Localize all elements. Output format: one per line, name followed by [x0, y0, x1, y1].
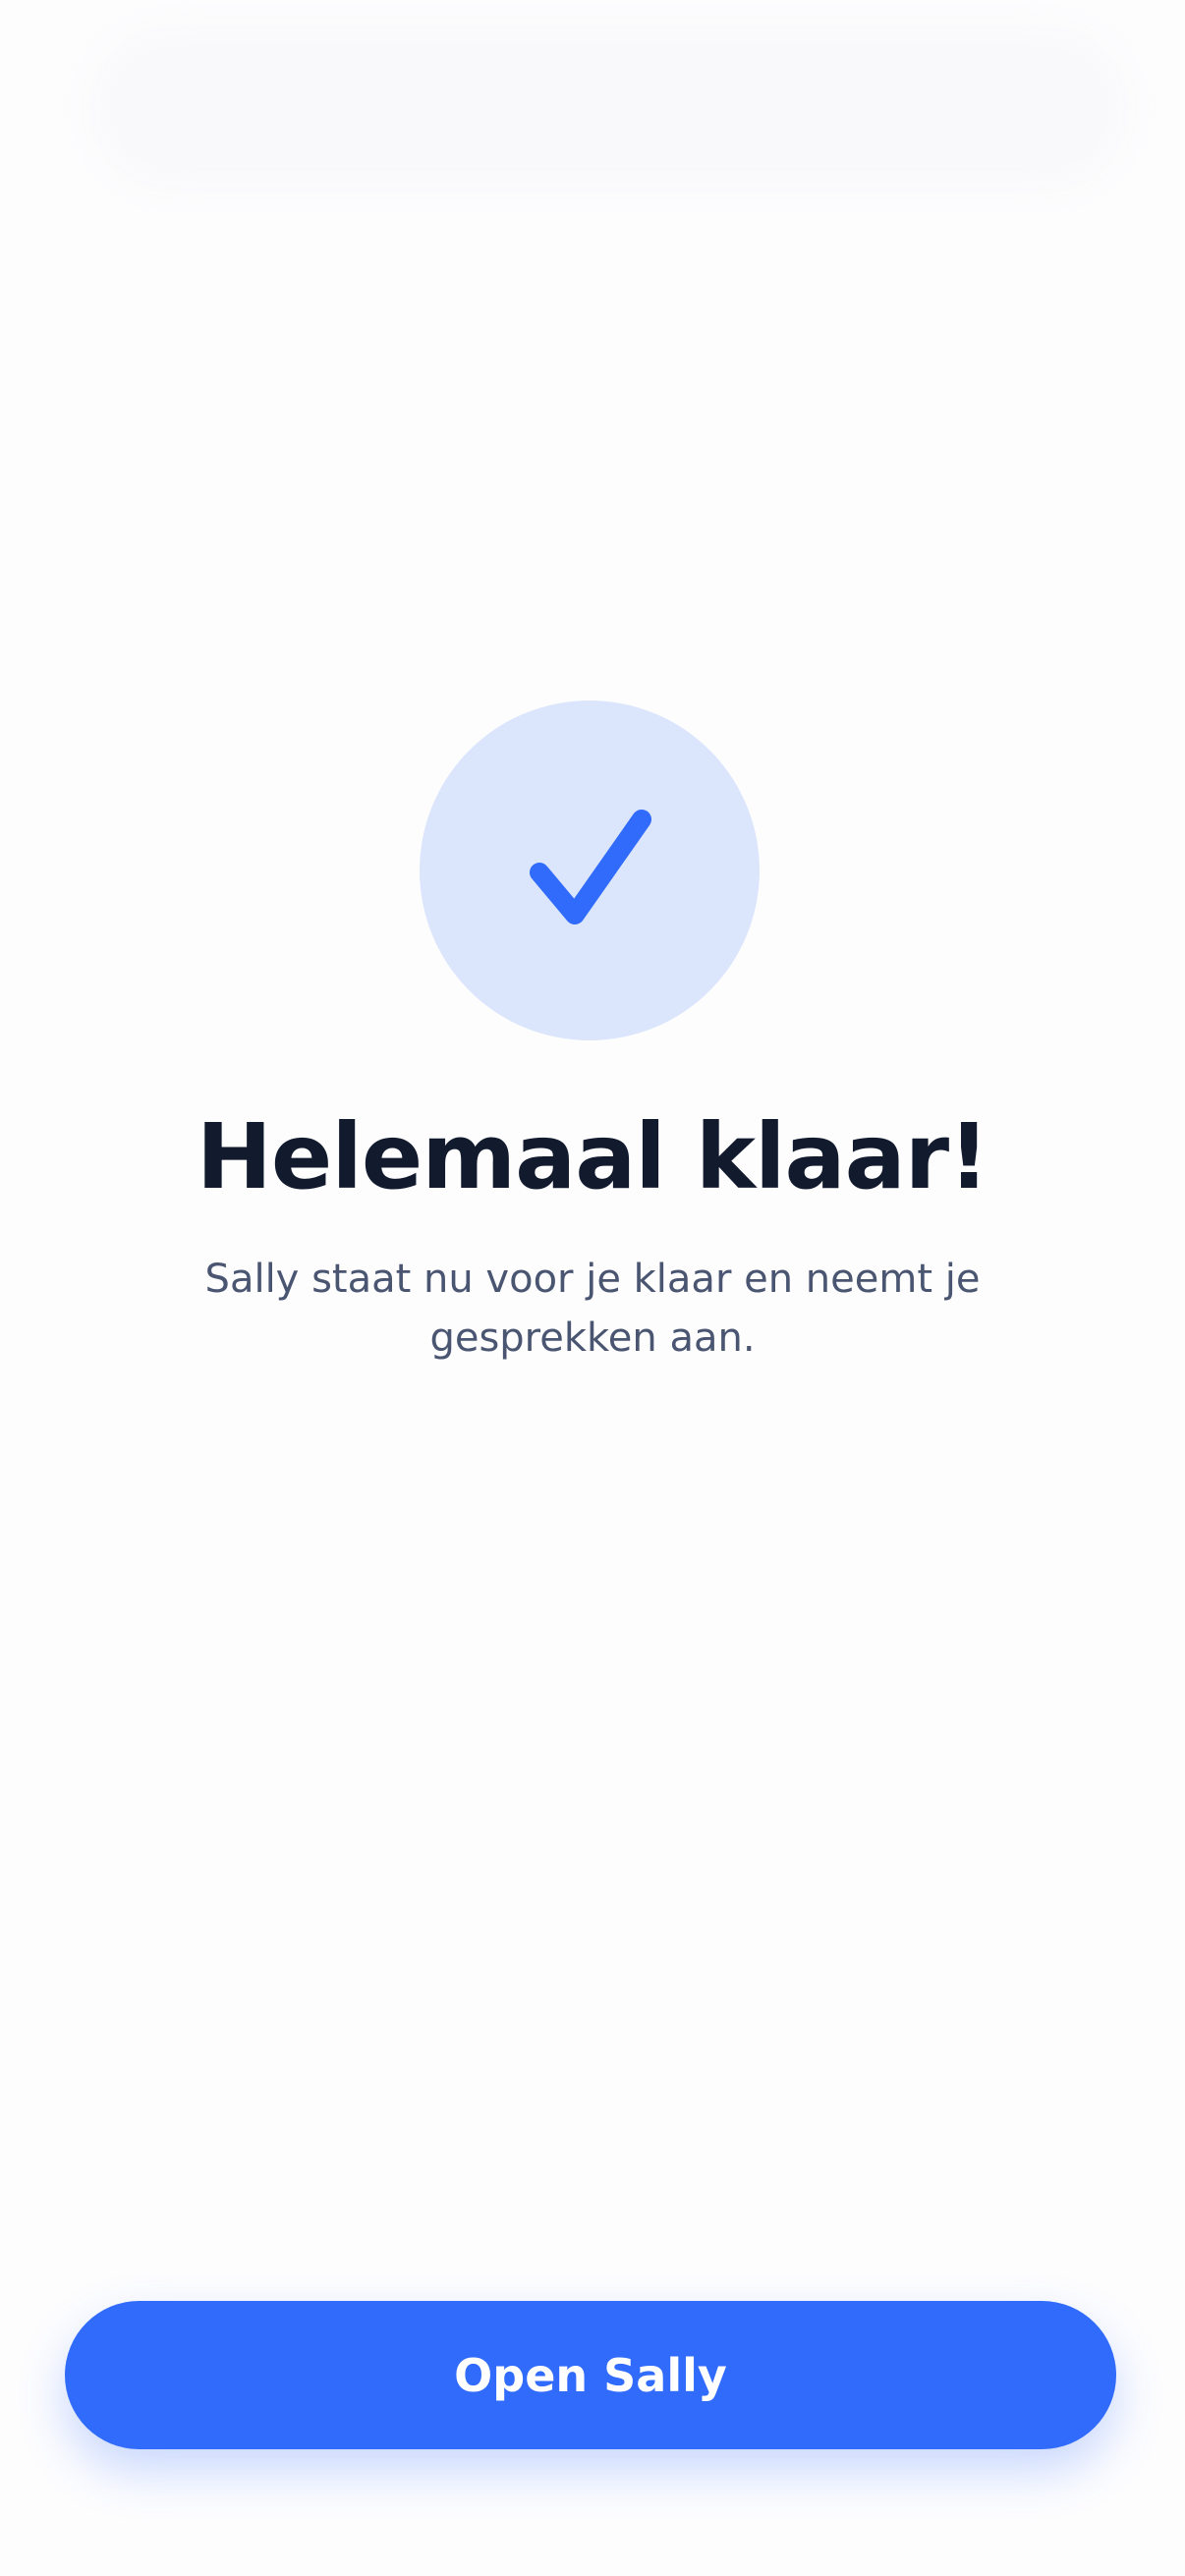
success-badge	[420, 700, 760, 1040]
page-subtitle: Sally staat nu voor je klaar en neemt je…	[204, 1257, 981, 1361]
page-title: Helemaal klaar!	[196, 1104, 989, 1209]
checkmark-icon	[530, 810, 651, 924]
open-sally-button[interactable]: Open Sally	[65, 2301, 1116, 2449]
open-sally-button-label: Open Sally	[454, 2348, 727, 2402]
top-bar-placeholder	[88, 25, 1130, 192]
